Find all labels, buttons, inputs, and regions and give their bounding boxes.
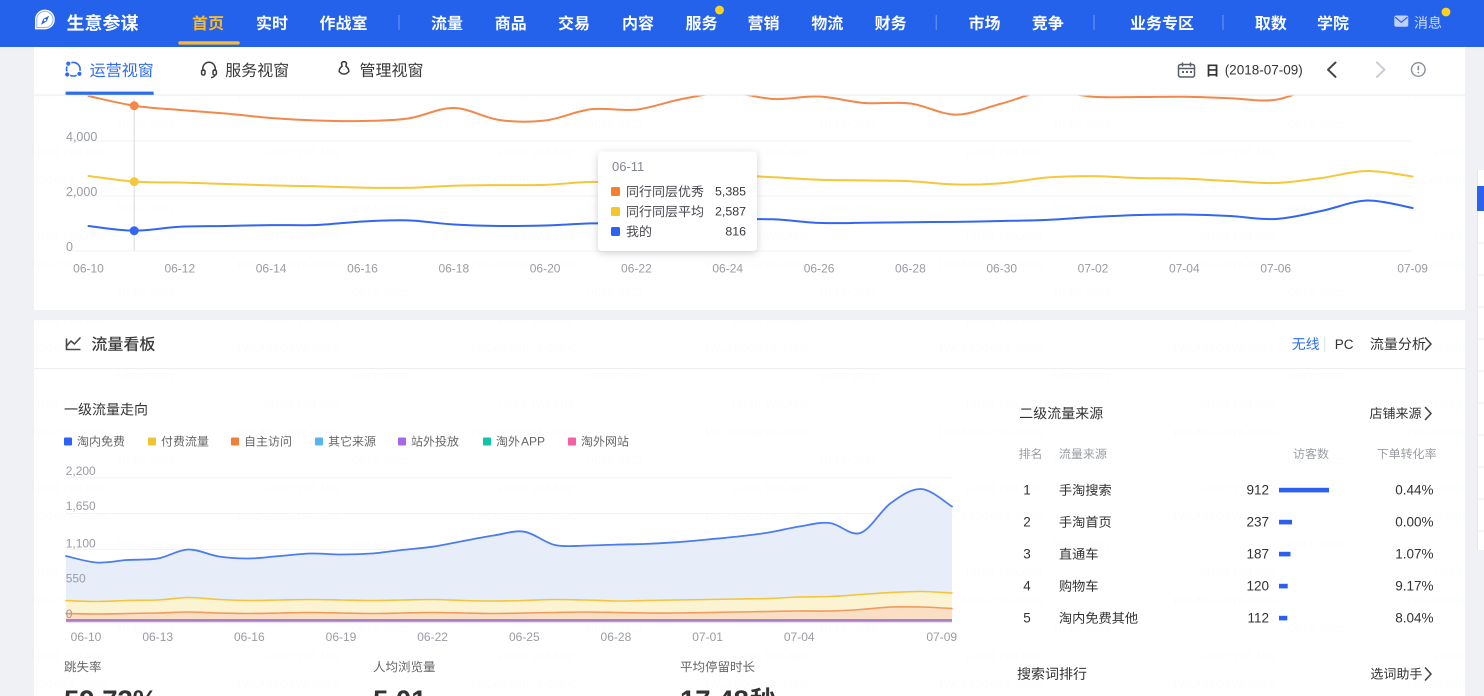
svg-text:5,385: 5,385 xyxy=(715,185,746,199)
svg-text:5: 5 xyxy=(1023,611,1031,626)
svg-text:06-11: 06-11 xyxy=(612,159,644,174)
svg-text:8.04%: 8.04% xyxy=(1395,611,1433,626)
svg-text:112: 112 xyxy=(1247,611,1269,626)
svg-text:120: 120 xyxy=(1246,579,1269,594)
svg-text:APP: APP xyxy=(521,435,545,449)
svg-text:07-02: 07-02 xyxy=(1078,261,1109,275)
svg-text:1: 1 xyxy=(1023,483,1031,498)
svg-text:07-04: 07-04 xyxy=(784,630,815,644)
svg-text:06-18: 06-18 xyxy=(438,261,469,275)
svg-text:06-16: 06-16 xyxy=(347,261,378,275)
svg-text:06-22: 06-22 xyxy=(417,630,448,644)
svg-text:0: 0 xyxy=(66,240,73,254)
svg-text:PC: PC xyxy=(1335,337,1354,352)
svg-text:06-16: 06-16 xyxy=(234,630,265,644)
svg-text:0.00%: 0.00% xyxy=(1395,515,1433,530)
svg-text:4,000: 4,000 xyxy=(66,130,97,144)
svg-text:06-10: 06-10 xyxy=(71,630,102,644)
svg-text:4: 4 xyxy=(1023,579,1031,594)
svg-text:3: 3 xyxy=(1023,547,1031,562)
svg-text:06-28: 06-28 xyxy=(895,261,926,275)
svg-text:07-04: 07-04 xyxy=(1169,261,1200,275)
svg-text:1,100: 1,100 xyxy=(66,536,96,550)
svg-text:187: 187 xyxy=(1246,547,1269,562)
svg-text:06-12: 06-12 xyxy=(164,261,195,275)
svg-text:1.07%: 1.07% xyxy=(1395,547,1433,562)
svg-text:06-13: 06-13 xyxy=(142,630,173,644)
svg-text:06-26: 06-26 xyxy=(804,261,835,275)
svg-text:816: 816 xyxy=(725,225,746,239)
svg-text:2: 2 xyxy=(1023,515,1031,530)
svg-text:06-28: 06-28 xyxy=(601,630,632,644)
svg-text:2,000: 2,000 xyxy=(66,185,97,199)
svg-text:550: 550 xyxy=(66,571,86,585)
svg-text:59.73%: 59.73% xyxy=(64,685,157,696)
svg-text:0: 0 xyxy=(66,607,73,621)
svg-text:06-22: 06-22 xyxy=(621,261,652,275)
svg-text:07-09: 07-09 xyxy=(1397,261,1428,275)
svg-text:07-09: 07-09 xyxy=(926,630,957,644)
svg-text:06-10: 06-10 xyxy=(73,261,104,275)
svg-text:06-14: 06-14 xyxy=(256,261,287,275)
svg-text:5.01: 5.01 xyxy=(373,685,427,696)
svg-text:06-25: 06-25 xyxy=(509,630,540,644)
svg-text:06-24: 06-24 xyxy=(712,261,743,275)
svg-text:06-30: 06-30 xyxy=(986,261,1017,275)
svg-text:07-01: 07-01 xyxy=(692,630,723,644)
svg-text:0.44%: 0.44% xyxy=(1395,483,1433,498)
svg-text:07-06: 07-06 xyxy=(1260,261,1291,275)
svg-text:9.17%: 9.17% xyxy=(1395,579,1433,594)
svg-text:237: 237 xyxy=(1246,515,1269,530)
svg-text:2,200: 2,200 xyxy=(66,464,96,478)
svg-text:17.48: 17.48 xyxy=(680,685,749,696)
svg-text:(2018-07-09): (2018-07-09) xyxy=(1225,63,1303,78)
svg-text:2,587: 2,587 xyxy=(715,205,746,219)
svg-text:1,650: 1,650 xyxy=(66,499,96,513)
svg-text:912: 912 xyxy=(1246,483,1269,498)
svg-text:06-19: 06-19 xyxy=(326,630,357,644)
svg-text:06-20: 06-20 xyxy=(530,261,561,275)
